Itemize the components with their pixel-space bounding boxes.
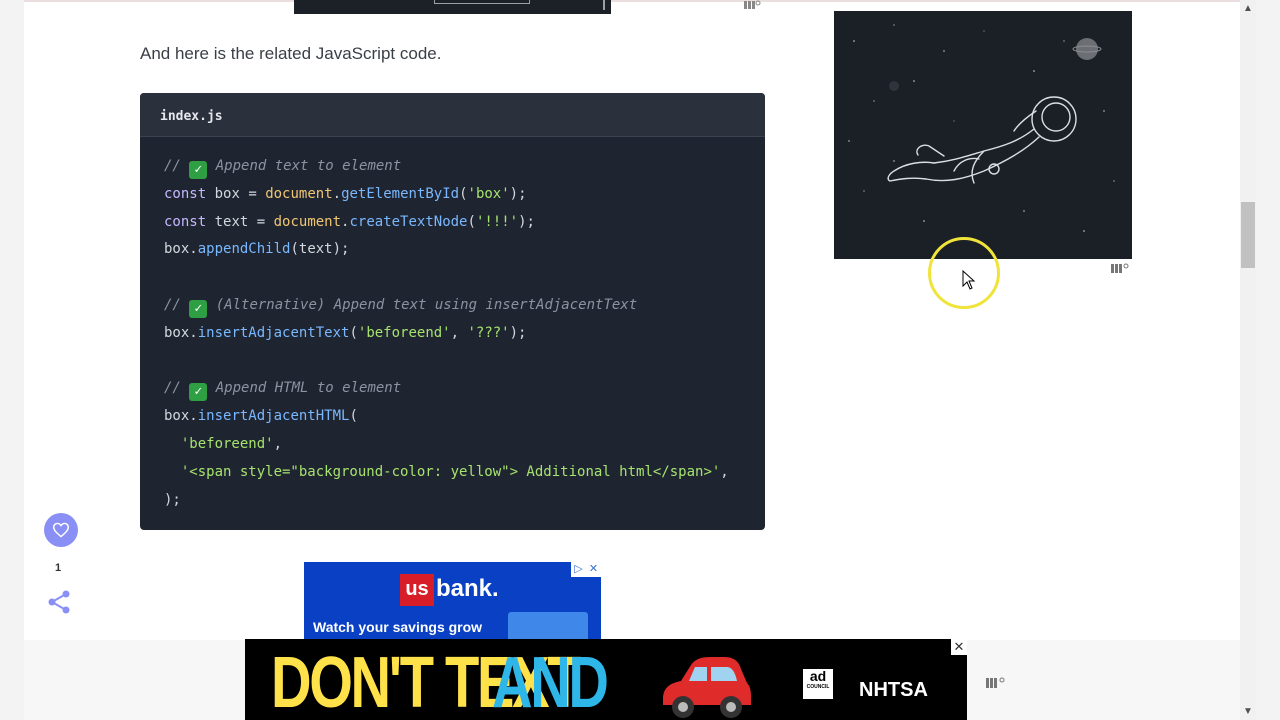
bank-logo-us: us xyxy=(400,574,434,606)
heart-icon xyxy=(52,522,70,538)
code-token: insertAdjacentHTML xyxy=(197,408,350,425)
ad-phone-graphic xyxy=(508,612,588,640)
left-margin xyxy=(0,0,24,720)
code-token: const xyxy=(164,185,207,202)
code-token: getElementById xyxy=(341,185,460,202)
mouse-pointer-icon xyxy=(962,270,976,290)
bank-logo-text: bank. xyxy=(436,575,499,602)
scrollbar-thumb[interactable] xyxy=(1241,202,1255,268)
image-element xyxy=(603,0,605,10)
code-comment: // ✓ Append HTML to element xyxy=(164,380,402,402)
code-comment: // ✓ Append text to element xyxy=(164,158,402,179)
astronaut-illustration xyxy=(848,24,1115,242)
code-token: createTextNode xyxy=(349,213,468,230)
check-mark-icon: ✓ xyxy=(189,383,208,402)
ezoic-icon[interactable] xyxy=(985,676,1007,689)
code-token: 'box' xyxy=(467,185,510,202)
bank-logo: us bank. xyxy=(400,574,506,606)
ad-council-line2: COUNCIL xyxy=(806,684,830,690)
code-filename-bar: index.js xyxy=(140,93,765,137)
code-block: index.js // ✓ Append text to element con… xyxy=(140,93,765,530)
astronaut-image xyxy=(834,11,1132,259)
code-token: insertAdjacentText xyxy=(197,324,350,341)
scroll-up-arrow-icon[interactable]: ▲ xyxy=(1243,3,1253,14)
code-token: box xyxy=(164,408,190,425)
code-token: '<span style="background-color: yellow">… xyxy=(180,463,721,480)
car-icon xyxy=(663,657,751,718)
image-element xyxy=(434,0,530,4)
check-mark-icon: ✓ xyxy=(189,299,208,318)
ezoic-icon[interactable] xyxy=(743,0,761,10)
ezoic-icon[interactable] xyxy=(1110,262,1130,274)
code-token: 'beforeend' xyxy=(180,435,274,452)
banner-close-icon[interactable]: ✕ xyxy=(951,639,967,655)
code-token: box xyxy=(214,185,240,202)
ad-council-line1: ad xyxy=(809,668,827,684)
banner-text-blue: AND xyxy=(492,643,609,720)
check-mark-icon: ✓ xyxy=(189,161,208,179)
code-token: document xyxy=(273,213,342,230)
ad-choices-icon[interactable]: ▷ xyxy=(571,562,586,577)
code-comment: // ✓ (Alternative) Append text using ins… xyxy=(164,296,638,318)
code-token: box xyxy=(164,324,190,341)
browser-viewport: And here is the related JavaScript code.… xyxy=(0,0,1280,720)
nhtsa-logo: NHTSA xyxy=(859,679,928,701)
like-count: 1 xyxy=(55,562,62,574)
code-token: appendChild xyxy=(197,241,291,258)
code-token: document xyxy=(265,185,333,202)
code-filename: index.js xyxy=(160,109,223,124)
code-token: '!!!' xyxy=(475,213,519,230)
code-token: const xyxy=(164,213,207,230)
scroll-down-arrow-icon[interactable]: ▼ xyxy=(1243,706,1253,717)
ad-tagline: Watch your savings grow xyxy=(313,619,483,635)
share-icon[interactable] xyxy=(46,588,74,616)
top-divider xyxy=(24,0,1240,2)
ad-council-logo: ad COUNCIL xyxy=(803,669,833,699)
code-token: '???' xyxy=(467,324,510,341)
code-token: box xyxy=(164,241,190,258)
like-button[interactable] xyxy=(44,513,78,547)
vertical-scrollbar[interactable]: ▲ ▼ xyxy=(1240,0,1256,720)
intro-paragraph: And here is the related JavaScript code. xyxy=(140,44,442,63)
ad-close-icon[interactable]: ✕ xyxy=(586,562,601,577)
code-token: text xyxy=(298,241,333,258)
ad-controls: ▷ ✕ xyxy=(571,562,601,577)
code-content: // ✓ Append text to element const box = … xyxy=(164,158,729,508)
right-margin xyxy=(1256,0,1280,720)
code-token: text xyxy=(214,213,249,230)
code-token: 'beforeend' xyxy=(357,324,451,341)
bank-advertisement[interactable]: us bank. Watch your savings grow ▷ ✕ xyxy=(304,562,601,640)
bottom-banner-ad[interactable]: DON'T TEXT AND ad COUNCIL NHTSA ✕ xyxy=(245,639,967,720)
previous-image-bottom-edge xyxy=(294,0,611,14)
